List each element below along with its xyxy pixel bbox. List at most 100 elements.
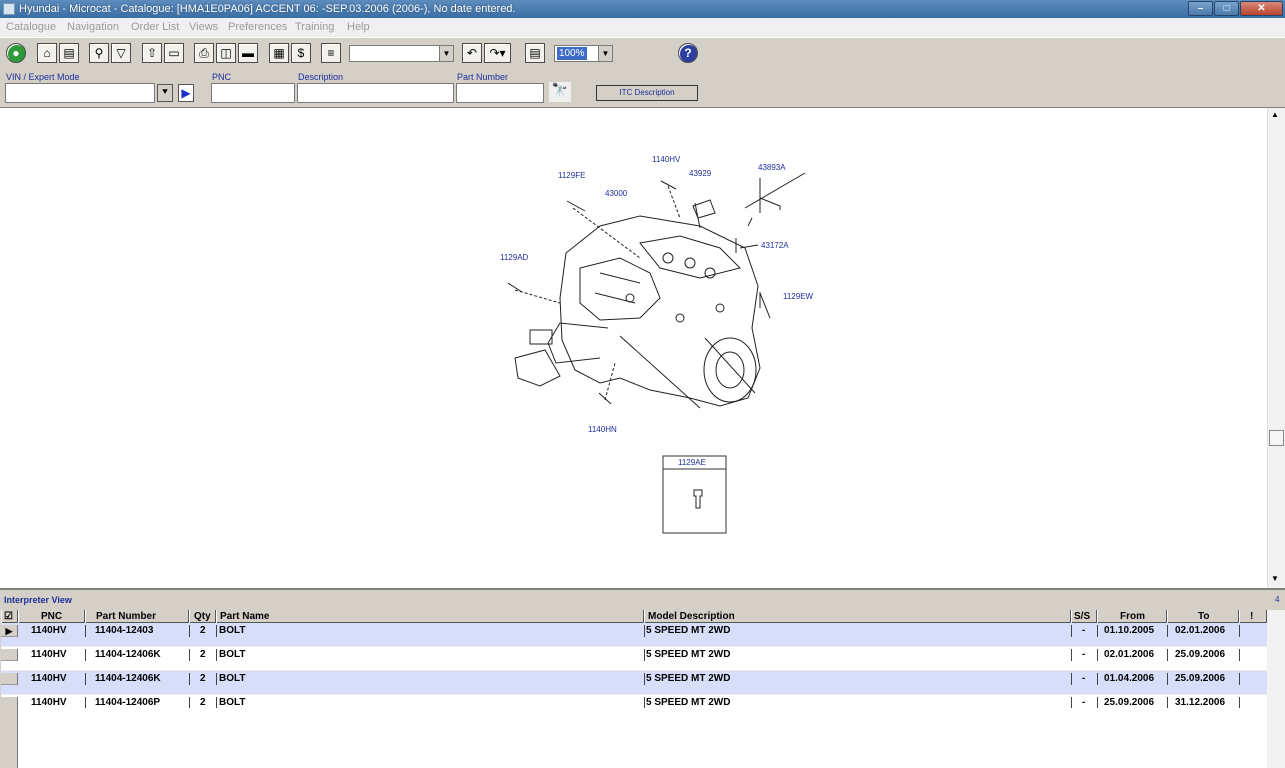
current-row-indicator-icon: ▶ <box>1 625 18 637</box>
table-row[interactable]: ▶ 1140HV 11404-12403 2 BOLT 5 SPEED MT 2… <box>1 623 1267 647</box>
cell-part-number: 11404-12403 <box>95 625 154 636</box>
col-to[interactable]: To <box>1167 610 1239 623</box>
microcat-window: Hyundai - Microcat - Catalogue: [HMA1E0P… <box>0 0 1285 768</box>
note-icon[interactable]: ▬ <box>238 43 258 63</box>
callout-43000[interactable]: 43000 <box>605 189 627 198</box>
help-icon[interactable]: ? <box>678 43 698 63</box>
grid-scrollbar[interactable] <box>1267 610 1285 768</box>
cell-pnc: 1140HV <box>31 649 67 660</box>
cell-part-name: BOLT <box>219 673 246 684</box>
order-icon[interactable]: ≡ <box>321 43 341 63</box>
toolbar: ● ⌂ ▤ ⚲ ▽ ⇧ ▭ ⎙ ◫ ▬ ▦ $ ≡ ▼ ↶ ↷▾ ▤ 100% … <box>0 37 1285 70</box>
parts-grid: ☑ PNC Part Number Qty Part Name Model De… <box>1 610 1267 719</box>
col-from[interactable]: From <box>1097 610 1167 623</box>
menu-training[interactable]: Training <box>295 21 334 33</box>
cell-model: 5 SPEED MT 2WD <box>646 649 731 660</box>
redo-icon[interactable]: ↷▾ <box>484 43 511 63</box>
table-row[interactable]: 1140HV 11404-12406K 2 BOLT 5 SPEED MT 2W… <box>1 647 1267 671</box>
menu-views[interactable]: Views <box>189 21 218 33</box>
scroll-thumb[interactable] <box>1269 430 1284 446</box>
title-bar: Hyundai - Microcat - Catalogue: [HMA1E0P… <box>0 0 1285 18</box>
col-qty[interactable]: Qty <box>189 610 216 623</box>
pnc-input[interactable] <box>211 83 295 103</box>
row-selector[interactable] <box>1 673 18 685</box>
scroll-down-icon[interactable]: ▼ <box>1271 574 1279 583</box>
col-ss[interactable]: S/S <box>1071 610 1097 623</box>
vin-label: VIN / Expert Mode <box>6 72 80 82</box>
menu-order-list[interactable]: Order List <box>131 21 179 33</box>
result-count: 4 <box>1275 595 1280 604</box>
info-icon[interactable]: ⇧ <box>142 43 162 63</box>
callout-1129ae[interactable]: 1129AE <box>678 458 706 467</box>
vin-history-button[interactable]: ⯆ <box>157 84 173 102</box>
binoculars-icon[interactable]: 🔭 <box>549 82 571 102</box>
cell-qty: 2 <box>200 625 206 636</box>
col-part-name[interactable]: Part Name <box>216 610 644 623</box>
pnc-label: PNC <box>212 72 232 82</box>
chevron-down-icon[interactable]: ▼ <box>598 46 612 61</box>
view-select[interactable]: ▼ <box>349 45 454 62</box>
search-icon[interactable]: ⚲ <box>89 43 109 63</box>
price-icon[interactable]: $ <box>291 43 311 63</box>
part-number-input[interactable] <box>456 83 544 103</box>
cell-part-name: BOLT <box>219 625 246 636</box>
callout-1140hv[interactable]: 1140HV <box>652 155 680 164</box>
preview-icon[interactable]: ◫ <box>216 43 236 63</box>
home-icon[interactable]: ⌂ <box>37 43 57 63</box>
cell-to: 25.09.2006 <box>1175 649 1226 660</box>
window-title: Hyundai - Microcat - Catalogue: [HMA1E0P… <box>19 3 516 15</box>
cell-to: 02.01.2006 <box>1175 625 1226 636</box>
table-row[interactable]: 1140HV 11404-12406K 2 BOLT 5 SPEED MT 2W… <box>1 671 1267 695</box>
col-pnc[interactable]: PNC <box>18 610 85 623</box>
filter-icon[interactable]: ▽ <box>111 43 131 63</box>
col-model-description[interactable]: Model Description <box>644 610 1071 623</box>
transmission-illustration <box>507 172 806 534</box>
callout-1129ad[interactable]: 1129AD <box>500 253 528 262</box>
menu-help[interactable]: Help <box>347 21 370 33</box>
scroll-up-icon[interactable]: ▲ <box>1271 110 1279 119</box>
cell-qty: 2 <box>200 649 206 660</box>
callout-43929[interactable]: 43929 <box>689 169 711 178</box>
zoom-select[interactable]: 100% ▼ <box>554 45 613 62</box>
callout-1129ew[interactable]: 1129EW <box>783 292 813 301</box>
callout-43893a[interactable]: 43893A <box>758 163 786 172</box>
cell-qty: 2 <box>200 673 206 684</box>
menu-navigation[interactable]: Navigation <box>67 21 119 33</box>
parts-diagram[interactable]: 1140HV 1129FE 43000 43929 43893A 1129AD … <box>0 108 1267 588</box>
print-icon[interactable]: ⎙ <box>194 43 214 63</box>
catalogue-icon[interactable]: ▤ <box>59 43 79 63</box>
row-selector[interactable] <box>1 649 18 661</box>
select-all-checkbox[interactable]: ☑ <box>1 610 18 623</box>
undo-icon[interactable]: ↶ <box>462 43 482 63</box>
callout-43172a[interactable]: 43172A <box>761 241 789 250</box>
screen-icon[interactable]: ▭ <box>164 43 184 63</box>
maximize-button[interactable]: □ <box>1214 1 1239 16</box>
cell-part-number: 11404-12406K <box>95 649 161 660</box>
description-input[interactable] <box>297 83 454 103</box>
diagram-scrollbar[interactable]: ▲ ▼ <box>1267 108 1285 588</box>
callout-1129fe[interactable]: 1129FE <box>558 171 585 180</box>
search-bar: VIN / Expert Mode ⯆ ▶ PNC Description Pa… <box>0 70 1285 108</box>
cell-from: 01.10.2005 <box>1104 625 1155 636</box>
cell-pnc: 1140HV <box>31 673 67 684</box>
menu-catalogue[interactable]: Catalogue <box>6 21 56 33</box>
go-button[interactable]: ▶ <box>178 84 194 102</box>
col-part-number[interactable]: Part Number <box>85 610 189 623</box>
callout-1140hn[interactable]: 1140HN <box>588 425 617 434</box>
list-icon[interactable]: ▦ <box>269 43 289 63</box>
cell-model: 5 SPEED MT 2WD <box>646 625 731 636</box>
menu-bar: Catalogue Navigation Order List Views Pr… <box>0 18 1285 37</box>
app-icon <box>3 3 15 15</box>
close-button[interactable]: ✕ <box>1240 1 1283 16</box>
minimize-button[interactable]: – <box>1188 1 1213 16</box>
bookmark-icon[interactable]: ▤ <box>525 43 545 63</box>
grid-empty-area <box>1 708 1267 768</box>
col-flag[interactable]: ! <box>1239 610 1267 623</box>
menu-preferences[interactable]: Preferences <box>228 21 287 33</box>
exit-icon[interactable]: ● <box>6 43 26 63</box>
itc-description-button[interactable]: ITC Description <box>596 85 698 101</box>
chevron-down-icon[interactable]: ▼ <box>439 46 453 61</box>
vin-input[interactable] <box>5 83 155 103</box>
description-label: Description <box>298 72 344 82</box>
zoom-value: 100% <box>557 47 587 60</box>
